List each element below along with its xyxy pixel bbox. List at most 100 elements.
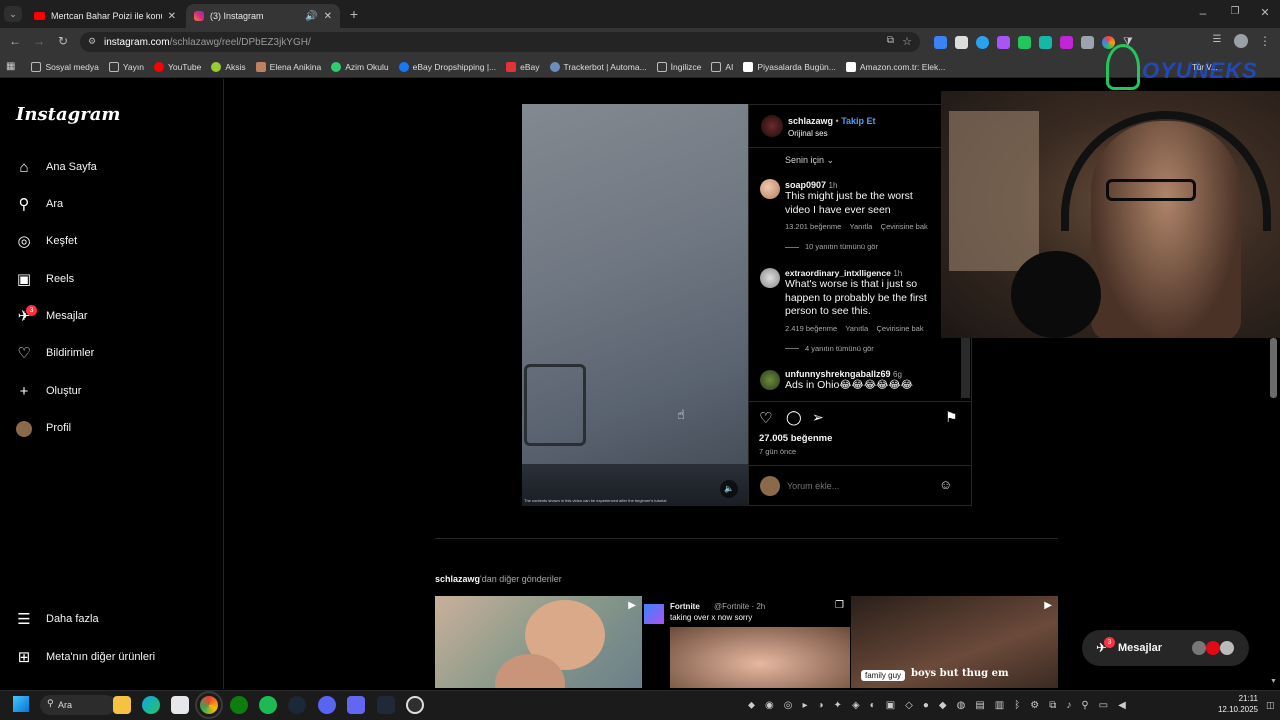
comment-user[interactable]: soap0907 — [785, 180, 826, 190]
tray-icon[interactable]: ⧉ — [1049, 700, 1056, 711]
mute-button[interactable]: 🔈 — [720, 480, 738, 498]
bookmark[interactable]: AI — [711, 61, 733, 72]
extension-icon[interactable] — [934, 35, 947, 49]
terminal-icon[interactable] — [377, 696, 395, 714]
profile-avatar[interactable] — [1234, 34, 1248, 48]
extension-icon[interactable] — [976, 35, 989, 49]
bookmark-icon[interactable]: ⚑ — [945, 409, 958, 426]
bookmark[interactable]: Aksis — [211, 61, 246, 72]
post-thumbnail[interactable]: boys but thug em family guy ▶ — [851, 596, 1058, 688]
reel-video[interactable]: ☝ 🔈 The contents shown in this video can… — [522, 104, 748, 506]
bookmark[interactable]: eBay Dropshipping |... — [398, 61, 496, 72]
bookmark[interactable]: Amazon.com.tr: Elek... — [845, 61, 945, 72]
nav-search[interactable]: ⚲ Ara — [14, 192, 64, 216]
sort-dropdown[interactable]: Senin için ⌄ — [785, 155, 834, 166]
tray-icon[interactable]: ● — [923, 700, 929, 711]
tray-icon[interactable]: ⚙ — [1030, 700, 1039, 711]
notification-icon[interactable]: ◫ — [1266, 700, 1275, 711]
star-icon[interactable]: ☆ — [902, 35, 912, 48]
bookmark[interactable]: YouTube — [153, 61, 201, 72]
post-thumbnail[interactable]: ▶ — [435, 596, 642, 688]
restore-button[interactable]: ❐ — [1228, 6, 1242, 17]
author-avatar[interactable] — [761, 115, 783, 137]
nav-reels[interactable]: ▣ Reels — [14, 267, 74, 291]
comment-likes[interactable]: 2.419 beğenme — [785, 324, 837, 333]
audio-label[interactable]: Orijinal ses — [788, 129, 828, 138]
likes-count[interactable]: 27.005 beğenme — [759, 433, 832, 444]
extension-icon[interactable] — [997, 35, 1010, 49]
cast-icon[interactable]: ⧉ — [887, 35, 894, 46]
reply-button[interactable]: Yanıtla — [850, 222, 873, 231]
bluetooth-icon[interactable]: ᛒ — [1014, 700, 1020, 711]
like-button[interactable]: ♡ — [759, 409, 772, 427]
tray-icon[interactable]: ◎ — [784, 700, 793, 711]
comment-user[interactable]: unfunnyshrekngaballz69 — [785, 369, 891, 379]
taskbar-search[interactable]: ⚲ Ara — [40, 695, 116, 715]
emoji-icon[interactable]: ☺ — [939, 477, 952, 492]
mic-icon[interactable]: ⚲ — [1081, 700, 1088, 711]
battery-icon[interactable]: ▭ — [1099, 700, 1108, 711]
spotify-icon[interactable] — [259, 696, 277, 714]
extension-icon[interactable] — [1018, 35, 1031, 49]
tray-icon[interactable]: ✦ — [834, 700, 842, 711]
nav-explore[interactable]: ◎ Keşfet — [14, 229, 77, 253]
apps-icon[interactable]: ▦ — [6, 61, 15, 72]
tray-icon[interactable]: ⬥ — [748, 700, 755, 711]
edge-icon[interactable] — [142, 696, 160, 714]
comment-avatar[interactable] — [760, 370, 780, 390]
extension-icon[interactable] — [1081, 35, 1094, 49]
tray-icon[interactable]: ◉ — [765, 700, 774, 711]
post-thumbnail[interactable]: Fortnite @Fortnite · 2h taking over x no… — [642, 596, 850, 688]
nav-messages[interactable]: ✈ 3 Mesajlar — [14, 304, 88, 328]
extension-icon[interactable] — [955, 35, 968, 49]
steam-icon[interactable] — [288, 696, 306, 714]
close-icon[interactable]: ✕ — [324, 11, 332, 22]
tray-icon[interactable]: ◑ — [818, 700, 824, 711]
nav-meta-products[interactable]: ⊞ Meta'nın diğer ürünleri — [14, 645, 155, 669]
tray-icon[interactable]: ◆ — [939, 700, 947, 711]
bookmark[interactable]: Sosyal medya — [31, 61, 99, 72]
tray-icon[interactable]: ◐ — [870, 700, 876, 711]
extension-icon[interactable] — [1039, 35, 1052, 49]
clock[interactable]: 21:11 12.10.2025 — [1206, 693, 1258, 715]
file-explorer-icon[interactable] — [113, 696, 131, 714]
tray-icon[interactable]: ▣ — [886, 700, 895, 711]
close-icon[interactable]: ✕ — [168, 11, 176, 22]
comment-avatar[interactable] — [760, 268, 780, 288]
store-icon[interactable] — [171, 696, 189, 714]
author-name[interactable]: schlazawg — [788, 116, 833, 126]
menu-icon[interactable]: ⋮ — [1258, 34, 1272, 48]
app-icon[interactable] — [347, 696, 365, 714]
tray-icon[interactable]: ▤ — [975, 700, 984, 711]
bookmark[interactable]: Piyasalarda Bugün... — [743, 61, 836, 72]
site-info-icon[interactable]: ⚙ — [88, 36, 96, 47]
nav-home[interactable]: ⌂ Ana Sayfa — [14, 155, 96, 179]
bookmark[interactable]: Yayın — [108, 61, 144, 72]
bookmark[interactable]: Elena Anikina — [255, 61, 321, 72]
speaker-icon[interactable]: ♪ — [1066, 700, 1071, 711]
instagram-logo[interactable]: Instagram — [16, 104, 120, 125]
tab-search-button[interactable]: ⌄ — [4, 6, 22, 22]
bookmark[interactable]: eBay — [506, 61, 540, 72]
nav-create[interactable]: + Oluştur — [14, 379, 82, 403]
tab-instagram[interactable]: (3) Instagram 🔊 ✕ — [186, 4, 340, 28]
obs-icon[interactable] — [406, 696, 424, 714]
comment-input[interactable] — [787, 479, 927, 493]
comment-avatar[interactable] — [760, 179, 780, 199]
speaker-icon[interactable]: 🔊 — [305, 11, 317, 22]
comment-button[interactable]: ◯ — [786, 409, 802, 426]
bookmark[interactable]: İngilizce — [656, 61, 701, 72]
tray-icon[interactable]: ▥ — [995, 700, 1004, 711]
share-button[interactable]: ➢ — [812, 409, 824, 426]
back-button[interactable]: ← — [8, 34, 22, 48]
view-replies-button[interactable]: 4 yanıtın tümünü gör — [785, 344, 971, 353]
follow-button[interactable]: Takip Et — [841, 116, 875, 126]
comment-user[interactable]: extraordinary_intxlligence — [785, 268, 891, 278]
tab-youtube[interactable]: Mertcan Bahar Poizi ile konuşu ✕ — [26, 4, 184, 28]
nav-profile[interactable]: Profil — [14, 416, 71, 440]
bookmark[interactable]: Azim Okulu — [331, 61, 389, 72]
reading-list-icon[interactable]: ☰ — [1210, 34, 1224, 45]
messages-float-button[interactable]: ✈ 3 Mesajlar — [1082, 630, 1249, 666]
discord-icon[interactable] — [318, 696, 336, 714]
volume-icon[interactable]: ◀ — [1118, 700, 1126, 711]
